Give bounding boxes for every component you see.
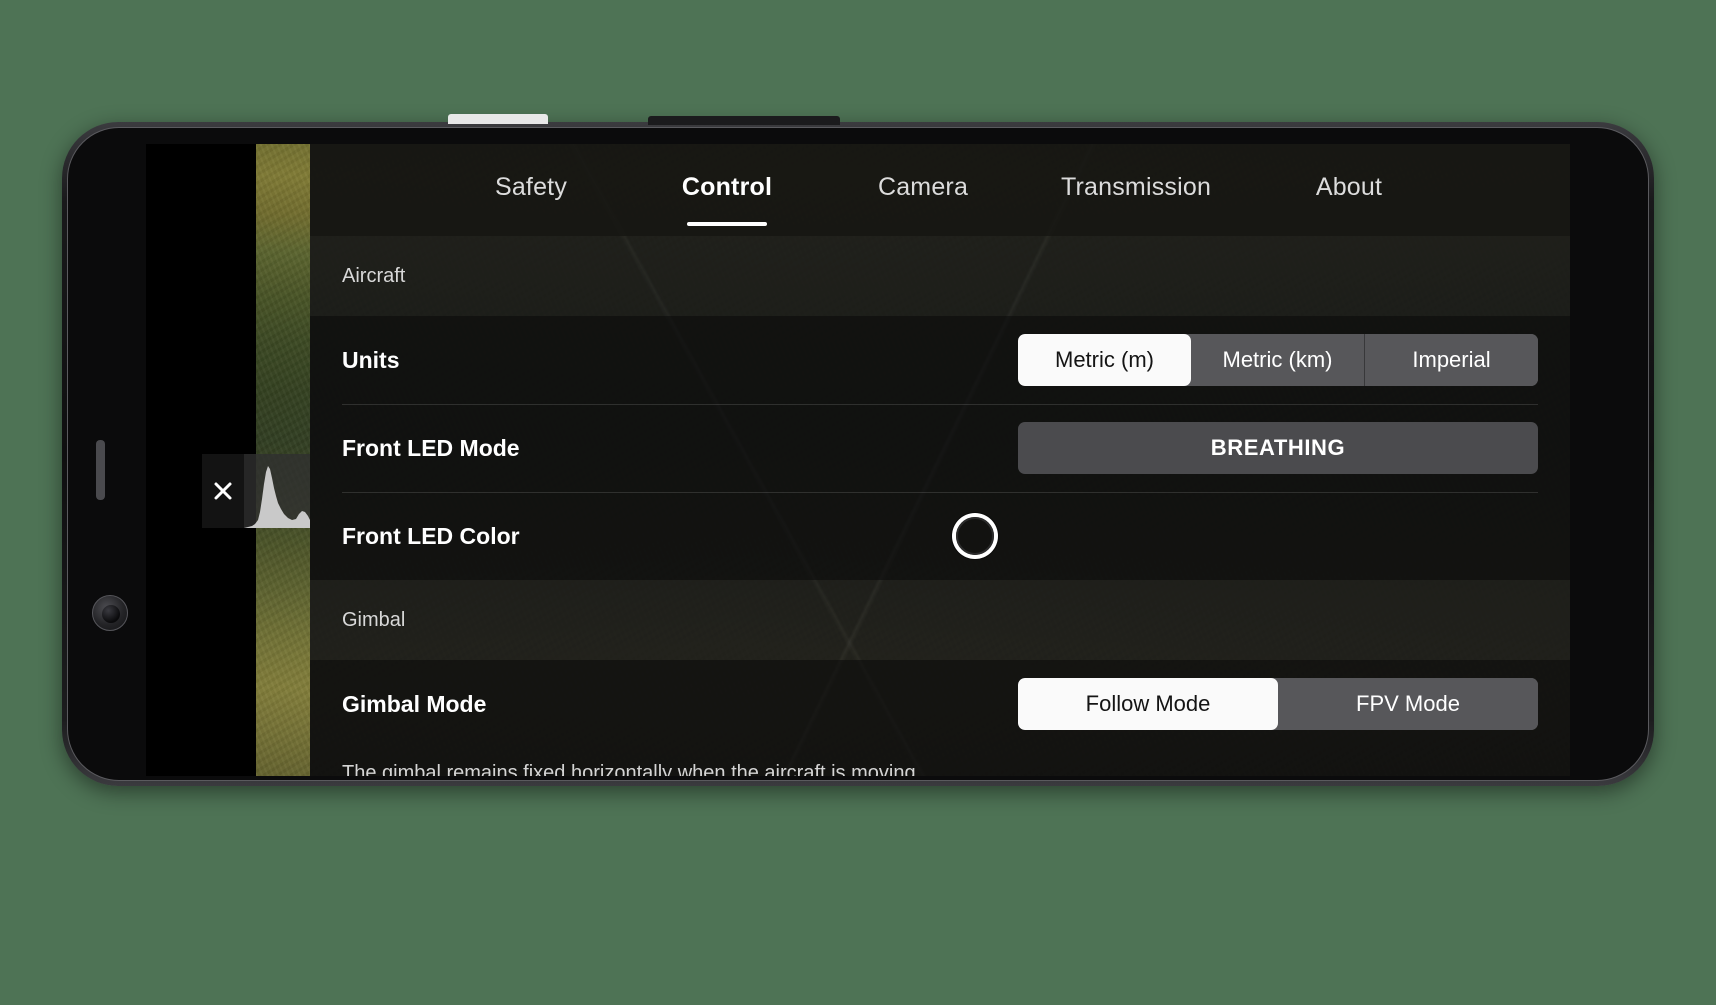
units-option-metric-m[interactable]: Metric (m) <box>1018 334 1191 386</box>
units-option-metric-km-label: Metric (km) <box>1222 347 1333 372</box>
histogram-plot <box>244 454 310 528</box>
gimbal-mode-segmented-control[interactable]: Follow Mode FPV Mode <box>1018 678 1538 730</box>
row-units-label: Units <box>342 346 400 373</box>
phone-side-button-dark[interactable] <box>648 116 840 125</box>
row-front-led-color: Front LED Color <box>310 492 1570 580</box>
units-option-metric-km[interactable]: Metric (km) <box>1191 334 1365 386</box>
volume-rocker-button[interactable] <box>96 440 105 500</box>
gimbal-option-fpv-mode-label: FPV Mode <box>1356 691 1460 716</box>
close-icon <box>214 482 232 500</box>
units-option-imperial[interactable]: Imperial <box>1365 334 1538 386</box>
rear-camera-module <box>92 595 128 631</box>
row-front-led-mode: Front LED Mode BREATHING <box>310 404 1570 492</box>
tab-transmission[interactable]: Transmission <box>1021 173 1251 208</box>
tab-camera-label: Camera <box>877 172 969 201</box>
tab-transmission-label: Transmission <box>1060 172 1212 201</box>
rear-camera-lens <box>102 605 120 623</box>
units-option-metric-m-label: Metric (m) <box>1055 347 1154 372</box>
color-swatch-yellow[interactable] <box>1092 517 1130 555</box>
row-gimbal-mode: Gimbal Mode Follow Mode FPV Mode <box>310 660 1570 748</box>
row-units: Units Metric (m) Metric (km) Imperial <box>310 316 1570 404</box>
section-header-aircraft-label: Aircraft <box>342 264 406 287</box>
color-swatch-yellow-green[interactable] <box>1160 517 1198 555</box>
tab-control-label: Control <box>681 172 773 201</box>
gimbal-option-follow-mode-label: Follow Mode <box>1085 691 1211 716</box>
front-led-mode-button[interactable]: BREATHING <box>1018 422 1538 474</box>
row-gimbal-mode-control: Follow Mode FPV Mode <box>1018 678 1538 730</box>
screenshot-stage: Safety Control Camera Transmission About <box>0 0 1716 1005</box>
color-swatch-green[interactable] <box>1228 517 1266 555</box>
color-swatch-light-blue[interactable] <box>1296 517 1334 555</box>
tab-safety[interactable]: Safety <box>433 173 629 208</box>
color-swatch-blue[interactable] <box>1364 517 1402 555</box>
row-front-led-mode-label: Front LED Mode <box>342 434 520 461</box>
color-swatch-white[interactable] <box>956 517 994 555</box>
tab-control[interactable]: Control <box>629 173 825 208</box>
color-swatch-magenta[interactable] <box>1500 517 1538 555</box>
histogram-widget <box>202 454 310 528</box>
units-segmented-control[interactable]: Metric (m) Metric (km) Imperial <box>1018 334 1538 386</box>
gimbal-mode-note: The gimbal remains fixed horizontally wh… <box>310 748 1570 776</box>
gimbal-option-follow-mode[interactable]: Follow Mode <box>1018 678 1278 730</box>
front-led-color-swatches <box>956 517 1538 555</box>
units-option-imperial-label: Imperial <box>1412 347 1491 372</box>
settings-tab-bar: Safety Control Camera Transmission About <box>310 144 1570 236</box>
section-header-gimbal-label: Gimbal <box>342 608 406 631</box>
settings-panel: Safety Control Camera Transmission About <box>310 144 1570 776</box>
phone-screen: Safety Control Camera Transmission About <box>146 144 1570 776</box>
gimbal-option-fpv-mode[interactable]: FPV Mode <box>1278 678 1538 730</box>
row-gimbal-mode-label: Gimbal Mode <box>342 690 487 717</box>
histogram-curve <box>244 466 310 528</box>
section-header-aircraft: Aircraft <box>310 236 1570 316</box>
tab-about-label: About <box>1315 172 1383 201</box>
row-front-led-color-control <box>956 517 1538 555</box>
row-front-led-color-label: Front LED Color <box>342 522 520 549</box>
histogram-close-button[interactable] <box>202 454 244 528</box>
section-header-gimbal: Gimbal <box>310 580 1570 660</box>
tab-safety-label: Safety <box>494 172 568 201</box>
color-swatch-purple[interactable] <box>1432 517 1470 555</box>
color-swatch-orange[interactable] <box>1024 517 1062 555</box>
phone-side-button-light[interactable] <box>448 114 548 124</box>
row-units-control: Metric (m) Metric (km) Imperial <box>1018 334 1538 386</box>
tab-about[interactable]: About <box>1251 173 1447 208</box>
row-front-led-mode-control: BREATHING <box>1018 422 1538 474</box>
tab-camera[interactable]: Camera <box>825 173 1021 208</box>
settings-body: Aircraft Units Metric (m) Metric (km) Im… <box>310 236 1570 776</box>
